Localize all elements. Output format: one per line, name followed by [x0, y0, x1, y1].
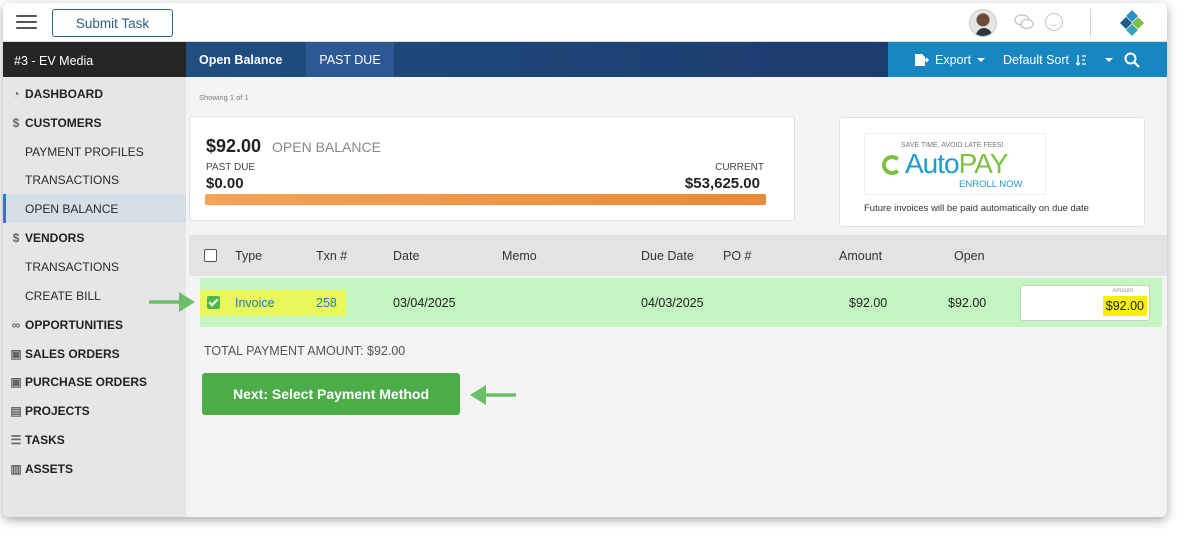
- sidebar-item-label: TASKS: [25, 432, 65, 447]
- chat-icon[interactable]: [1014, 14, 1034, 30]
- arrow-left-icon: [470, 385, 516, 405]
- total-payment-amount: TOTAL PAYMENT AMOUNT: $92.00: [204, 344, 406, 358]
- clipboard-icon: ▤: [10, 403, 22, 418]
- sidebar-item-assets[interactable]: ▥ ASSETS: [3, 454, 186, 483]
- sidebar-item-dashboard[interactable]: ◔ DASHBOARD: [3, 79, 186, 108]
- open-balance-label: OPEN BALANCE: [272, 139, 381, 155]
- row-amount: $92.00: [849, 295, 888, 310]
- row-select-cell: [207, 278, 220, 327]
- binoculars-icon: ∞: [11, 317, 21, 332]
- autopay-word-auto: Auto: [905, 148, 960, 179]
- company-name: #3 - EV Media: [3, 42, 186, 77]
- col-open[interactable]: Open: [954, 235, 985, 276]
- sidebar-item-customers[interactable]: $ CUSTOMERS: [3, 108, 186, 137]
- order-icon: ▣: [10, 346, 22, 361]
- sort-dropdown[interactable]: Default Sort: [1003, 42, 1114, 77]
- sidebar-item-sales-orders[interactable]: ▣ SALES ORDERS: [3, 339, 186, 368]
- autopay-card: SAVE TIME, AVOID LATE FEES! AutoPAY ENRO…: [839, 117, 1145, 227]
- sidebar-item-label: VENDORS: [25, 230, 85, 245]
- row-date: 03/04/2025: [393, 295, 456, 310]
- submit-task-button[interactable]: Submit Task: [52, 9, 173, 37]
- tasks-icon: ☰: [10, 432, 22, 447]
- sidebar-item-opportunities[interactable]: ∞ OPPORTUNITIES: [3, 310, 186, 339]
- row-checkbox[interactable]: [207, 296, 220, 309]
- autopay-banner[interactable]: SAVE TIME, AVOID LATE FEES! AutoPAY ENRO…: [864, 133, 1046, 195]
- table-row: Invoice 258 03/04/2025 04/03/2025 $92.00…: [200, 278, 1162, 327]
- tab-past-due[interactable]: PAST DUE: [306, 42, 394, 77]
- chevron-down-icon: [977, 57, 986, 62]
- col-amount[interactable]: Amount: [839, 235, 882, 276]
- next-select-payment-method-button[interactable]: Next: Select Payment Method: [202, 373, 460, 415]
- dashboard-icon: ◔: [12, 86, 20, 101]
- export-label: Export: [935, 52, 972, 67]
- tab-open-balance[interactable]: Open Balance: [186, 42, 306, 77]
- export-icon: [915, 53, 929, 66]
- sidebar-item-payment-profiles[interactable]: PAYMENT PROFILES: [3, 137, 186, 166]
- dollar-icon: $: [12, 230, 20, 245]
- company-logo-icon: [1120, 10, 1144, 36]
- nav-actions: Export Default Sort: [888, 42, 1167, 77]
- past-due-label: PAST DUE: [206, 162, 256, 173]
- col-type[interactable]: Type: [235, 235, 262, 276]
- sidebar-item-projects[interactable]: ▤ PROJECTS: [3, 396, 186, 425]
- row-type-link[interactable]: Invoice: [235, 278, 275, 327]
- export-button[interactable]: Export: [914, 42, 986, 77]
- sidebar-item-label: DASHBOARD: [25, 86, 103, 101]
- balance-progress-fill: [205, 194, 766, 205]
- payment-amount-label: Amount: [1112, 288, 1133, 294]
- sidebar-item-vendors[interactable]: $ VENDORS: [3, 223, 186, 252]
- col-due-date[interactable]: Due Date: [641, 235, 694, 276]
- chevron-down-icon: [1105, 57, 1114, 62]
- nav-bar: Open Balance PAST DUE Export Default Sor…: [186, 42, 1167, 77]
- dollar-icon: $: [12, 115, 20, 130]
- sidebar-item-label: CUSTOMERS: [25, 115, 102, 130]
- sidebar-item-label: OPPORTUNITIES: [25, 317, 124, 332]
- balance-progress-bar: [205, 194, 766, 205]
- hamburger-menu-icon[interactable]: [16, 15, 37, 30]
- sidebar-item-label: PROJECTS: [25, 403, 90, 418]
- top-bar: Submit Task: [3, 3, 1167, 42]
- sidebar-item-label: ASSETS: [25, 461, 74, 476]
- sort-icon: [1075, 54, 1087, 66]
- app-window: Submit Task #3 - EV Media Open Balance P…: [3, 3, 1167, 517]
- past-due-value: $0.00: [206, 175, 244, 192]
- sidebar-item-customer-transactions[interactable]: TRANSACTIONS: [3, 165, 186, 194]
- payment-amount-input[interactable]: Amount $92.00: [1020, 285, 1150, 321]
- sidebar-item-tasks[interactable]: ☰ TASKS: [3, 425, 186, 454]
- sidebar-item-vendor-transactions[interactable]: TRANSACTIONS: [3, 252, 186, 281]
- divider: [1090, 9, 1091, 37]
- row-txn-link[interactable]: 258: [316, 278, 337, 327]
- sidebar-item-label: SALES ORDERS: [25, 346, 120, 361]
- sidebar-item-purchase-orders[interactable]: ▣ PURCHASE ORDERS: [3, 367, 186, 396]
- select-all-cell: [204, 235, 217, 276]
- select-all-checkbox[interactable]: [204, 249, 217, 262]
- sidebar-item-open-balance[interactable]: OPEN BALANCE: [3, 194, 186, 223]
- col-txn[interactable]: Txn #: [316, 235, 347, 276]
- current-label: CURRENT: [715, 162, 764, 173]
- assets-icon: ▥: [10, 461, 22, 476]
- search-icon[interactable]: [1124, 52, 1140, 68]
- autopay-logo: AutoPAY: [905, 148, 1009, 180]
- balance-card: $92.00 OPEN BALANCE PAST DUE $0.00 CURRE…: [189, 116, 795, 221]
- col-date[interactable]: Date: [393, 235, 419, 276]
- autopay-enroll-link[interactable]: ENROLL NOW: [959, 179, 1023, 190]
- avatar[interactable]: [969, 9, 997, 37]
- row-due-date: 04/03/2025: [641, 295, 704, 310]
- open-balance-amount: $92.00: [206, 136, 262, 156]
- autopay-note: Future invoices will be paid automatical…: [864, 203, 1089, 214]
- row-open: $92.00: [948, 295, 987, 310]
- sort-label: Default Sort: [1003, 52, 1070, 67]
- col-po[interactable]: PO #: [723, 235, 752, 276]
- arrow-right-icon: [149, 292, 195, 312]
- sidebar-item-label: PURCHASE ORDERS: [25, 374, 148, 389]
- feedback-smile-icon[interactable]: [1045, 13, 1063, 31]
- order-icon: ▣: [10, 374, 22, 389]
- payment-amount-value: $92.00: [1102, 296, 1147, 316]
- autopay-refresh-icon: [882, 155, 902, 175]
- current-value: $53,625.00: [684, 175, 760, 192]
- autopay-word-pay: PAY: [958, 148, 1009, 179]
- col-memo[interactable]: Memo: [502, 235, 537, 276]
- table-header: Type Txn # Date Memo Due Date PO # Amoun…: [189, 235, 1167, 276]
- record-count: Showing 1 of 1: [199, 93, 249, 102]
